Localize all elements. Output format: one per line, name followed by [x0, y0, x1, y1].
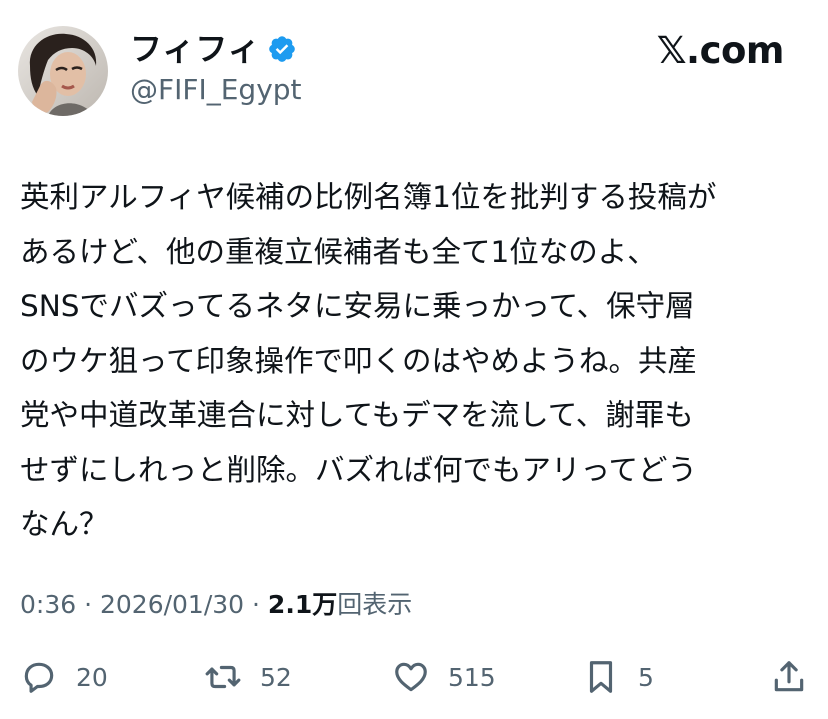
author-handle[interactable]: @FIFI_Egypt [130, 70, 302, 110]
post-text-line: 党や中道改革連合に対してもデマを流して、謝罪も [20, 398, 694, 432]
post-time[interactable]: 0:36 [20, 590, 76, 619]
post-text-line: あるけど、他の重複立候補者も全て1位なのよ、 [20, 234, 657, 269]
reply-count: 20 [76, 662, 108, 692]
action-bar: 20 52 515 5 [0, 652, 828, 702]
share-icon [770, 658, 808, 696]
views-count: 2.1万 [267, 590, 338, 619]
x-com-logo: 𝕏.com [656, 29, 785, 72]
bookmark-icon [582, 658, 620, 696]
reply-icon [20, 658, 58, 696]
post-text-line: のウケ狙って印象操作で叩くのはやめようね。共産 [20, 343, 698, 378]
views-label: 回表示 [337, 590, 413, 619]
repost-button[interactable]: 52 [204, 652, 292, 702]
post-text-line: 英利アルフィヤ候補の比例名簿1位を批判する投稿が [20, 180, 717, 214]
reply-button[interactable]: 20 [20, 652, 108, 702]
repost-icon [204, 658, 242, 696]
post-text-line: SNSでバズってるネタに安易に乗っかって、保守層 [20, 289, 695, 323]
author-name-row[interactable]: フィフィ [130, 26, 297, 72]
post-date[interactable]: 2026/01/30 [100, 590, 244, 619]
bookmark-count: 5 [638, 662, 654, 692]
post-card: フィフィ @FIFI_Egypt 𝕏.com 英利アルフィヤ候補の比例名簿1位を… [0, 0, 828, 719]
display-name[interactable]: フィフィ [130, 26, 261, 72]
post-text-line: なん？ [20, 507, 109, 541]
meta-separator: · [76, 590, 100, 619]
meta-separator: · [244, 590, 268, 619]
post-meta: 0:36 · 2026/01/30 · 2.1万回表示 [20, 586, 412, 624]
avatar[interactable] [18, 26, 108, 116]
share-button[interactable] [770, 652, 808, 702]
bookmark-button[interactable]: 5 [582, 652, 654, 702]
heart-icon [392, 658, 430, 696]
verified-badge-icon [267, 34, 297, 64]
avatar-image [18, 26, 108, 116]
like-count: 515 [448, 662, 496, 692]
like-button[interactable]: 515 [392, 652, 496, 702]
repost-count: 52 [260, 662, 292, 692]
post-text-line: せずにしれっと削除。バズれば何でもアリってどう [20, 452, 698, 487]
post-text: 英利アルフィヤ候補の比例名簿1位を批判する投稿が あるけど、他の重複立候補者も全… [20, 170, 810, 552]
